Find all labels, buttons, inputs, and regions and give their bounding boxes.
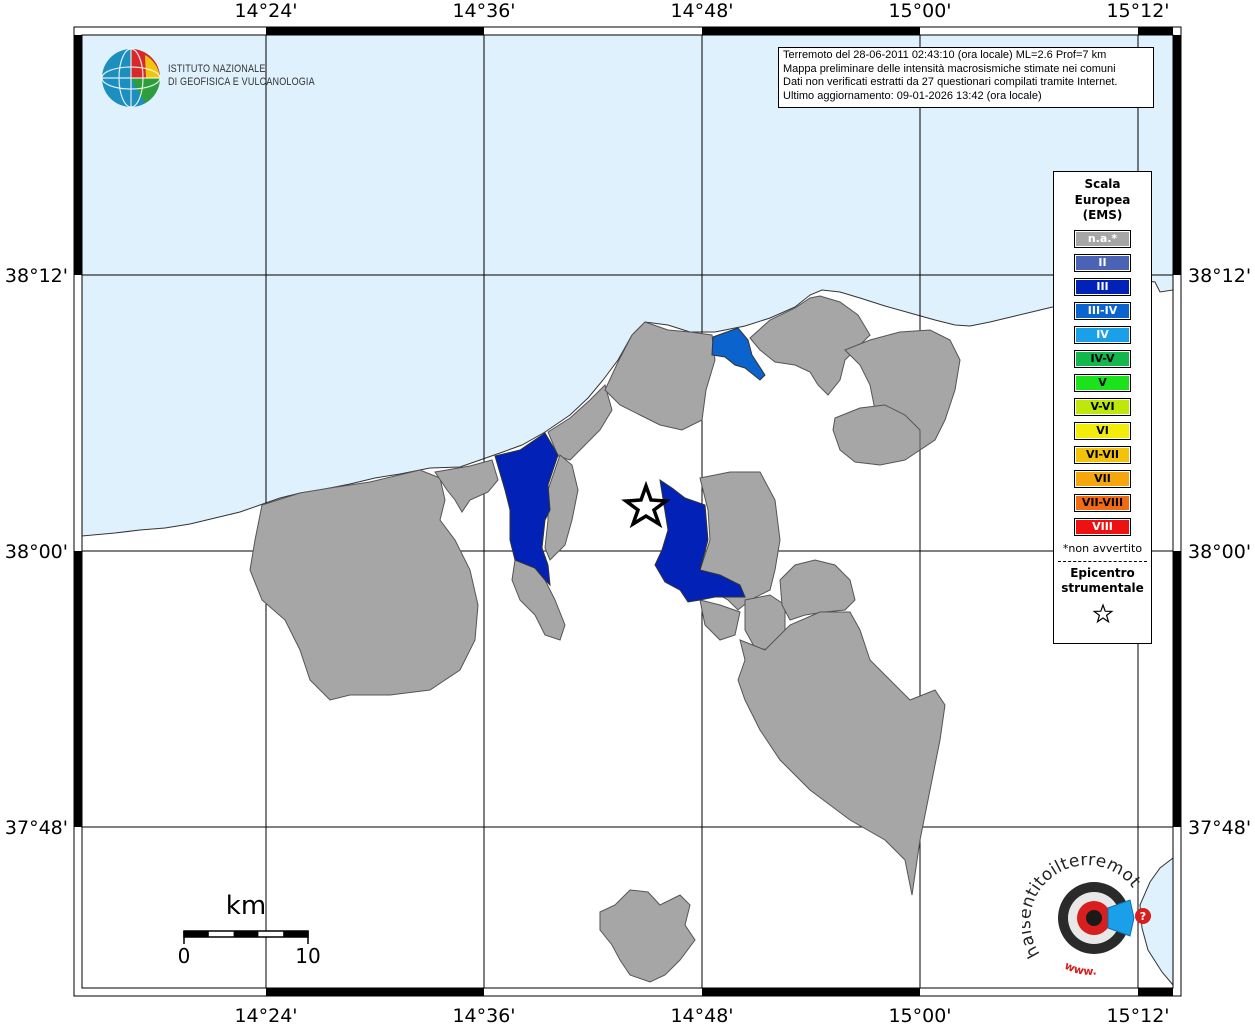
event-info-line: Mappa preliminare delle intensità macros… — [783, 62, 1116, 75]
legend-item: VI — [1074, 421, 1131, 440]
latitude-labels-left: 38°12' 38°00' 37°48' — [5, 265, 68, 839]
tick-label: 15°12' — [1106, 0, 1169, 22]
haisentito-logo[interactable]: ? haisentitoilterremoto.it www. — [1015, 841, 1172, 980]
legend-title-line: Scala — [1084, 177, 1121, 191]
tick-label: 14°24' — [234, 0, 297, 22]
tick-label: 14°48' — [670, 1005, 733, 1024]
scale-min: 0 — [178, 944, 191, 968]
legend-title-line: (EMS) — [1082, 208, 1123, 222]
legend-epicenter-line: strumentale — [1061, 581, 1144, 595]
event-info-box: Terremoto del 28-06-2011 02:43:10 (ora l… — [778, 47, 1154, 108]
legend-divider — [1058, 560, 1147, 562]
legend-item: V-VI — [1074, 397, 1131, 416]
legend-title: Scala Europea (EMS) — [1054, 177, 1151, 224]
tick-label: 14°36' — [452, 0, 515, 22]
tick-label: 38°12' — [5, 265, 68, 287]
legend-epicenter-label: Epicentro strumentale — [1054, 566, 1151, 597]
legend-note: *non avvertito — [1062, 541, 1143, 555]
tick-label: 37°48' — [5, 817, 68, 839]
tick-label: 37°48' — [1188, 817, 1251, 839]
tick-label: 15°00' — [888, 0, 951, 22]
event-info-line: Ultimo aggiornamento: 09-01-2026 13:42 (… — [783, 89, 1042, 102]
legend-item: VII — [1074, 469, 1131, 488]
latitude-labels-right: 38°12' 38°00' 37°48' — [1188, 265, 1251, 839]
event-info-line: Terremoto del 28-06-2011 02:43:10 (ora l… — [783, 49, 1107, 61]
tick-label: 38°12' — [1188, 265, 1251, 287]
legend-title-line: Europea — [1074, 192, 1131, 207]
globe-icon — [101, 48, 161, 108]
seismic-target-icon: ? haisentitoilterremoto.it www. — [1015, 841, 1151, 978]
scale-bar: km 0 10 — [170, 890, 330, 970]
ingv-name-line: DI GEOFISICA E VULCANOLOGIA — [168, 76, 315, 88]
legend-item: V — [1074, 373, 1131, 392]
legend-item: III-IV — [1074, 301, 1131, 320]
ingv-name: ISTITUTO NAZIONALE DI GEOFISICA E VULCAN… — [168, 63, 315, 89]
tick-label: 15°12' — [1106, 1005, 1169, 1024]
legend-item: VIII — [1074, 517, 1131, 536]
intensity-legend: Scala Europea (EMS) n.a.* II III III-IV IV IV… — [1053, 171, 1152, 644]
scale-unit: km — [226, 891, 266, 921]
star-icon — [1092, 602, 1113, 623]
tick-label: 14°48' — [670, 0, 733, 22]
legend-item: III — [1074, 277, 1131, 296]
tick-label: 14°24' — [234, 1005, 297, 1024]
tick-label: 14°36' — [452, 1005, 515, 1024]
legend-item: II — [1074, 253, 1131, 272]
ingv-logo: ISTITUTO NAZIONALE DI GEOFISICA E VULCAN… — [100, 46, 340, 110]
ingv-name-line: ISTITUTO NAZIONALE — [168, 63, 266, 75]
legend-item: IV-V — [1074, 349, 1131, 368]
question-mark: ? — [1140, 910, 1146, 923]
legend-item: VI-VII — [1074, 445, 1131, 464]
scale-max: 10 — [295, 944, 320, 968]
legend-item: VII-VIII — [1074, 493, 1131, 512]
event-info-line: Dati non verificati estratti da 27 quest… — [783, 76, 1118, 88]
tick-label: 15°00' — [888, 1005, 951, 1024]
legend-item: IV — [1074, 325, 1131, 344]
longitude-labels-bottom: 14°24' 14°36' 14°48' 15°00' 15°12' — [234, 1005, 1169, 1027]
legend-list: n.a.* II III III-IV IV IV-V V V-VI VI VI-VII VII VI… — [1054, 229, 1151, 536]
haisentito-prefix: www. — [1063, 959, 1098, 978]
tick-label: 38°00' — [1188, 541, 1251, 563]
longitude-labels-top: 14°24' 14°36' 14°48' 15°00' 15°12' — [234, 0, 1169, 22]
legend-epicenter-line: Epicentro — [1070, 565, 1135, 580]
map-view[interactable]: 14°24' 14°36' 14°48' 15°00' 15°12' 14°24… — [0, 0, 1255, 1027]
scale-bar-graphic: km 0 10 — [178, 891, 321, 968]
tick-label: 38°00' — [5, 541, 68, 563]
legend-item: n.a.* — [1074, 229, 1131, 248]
